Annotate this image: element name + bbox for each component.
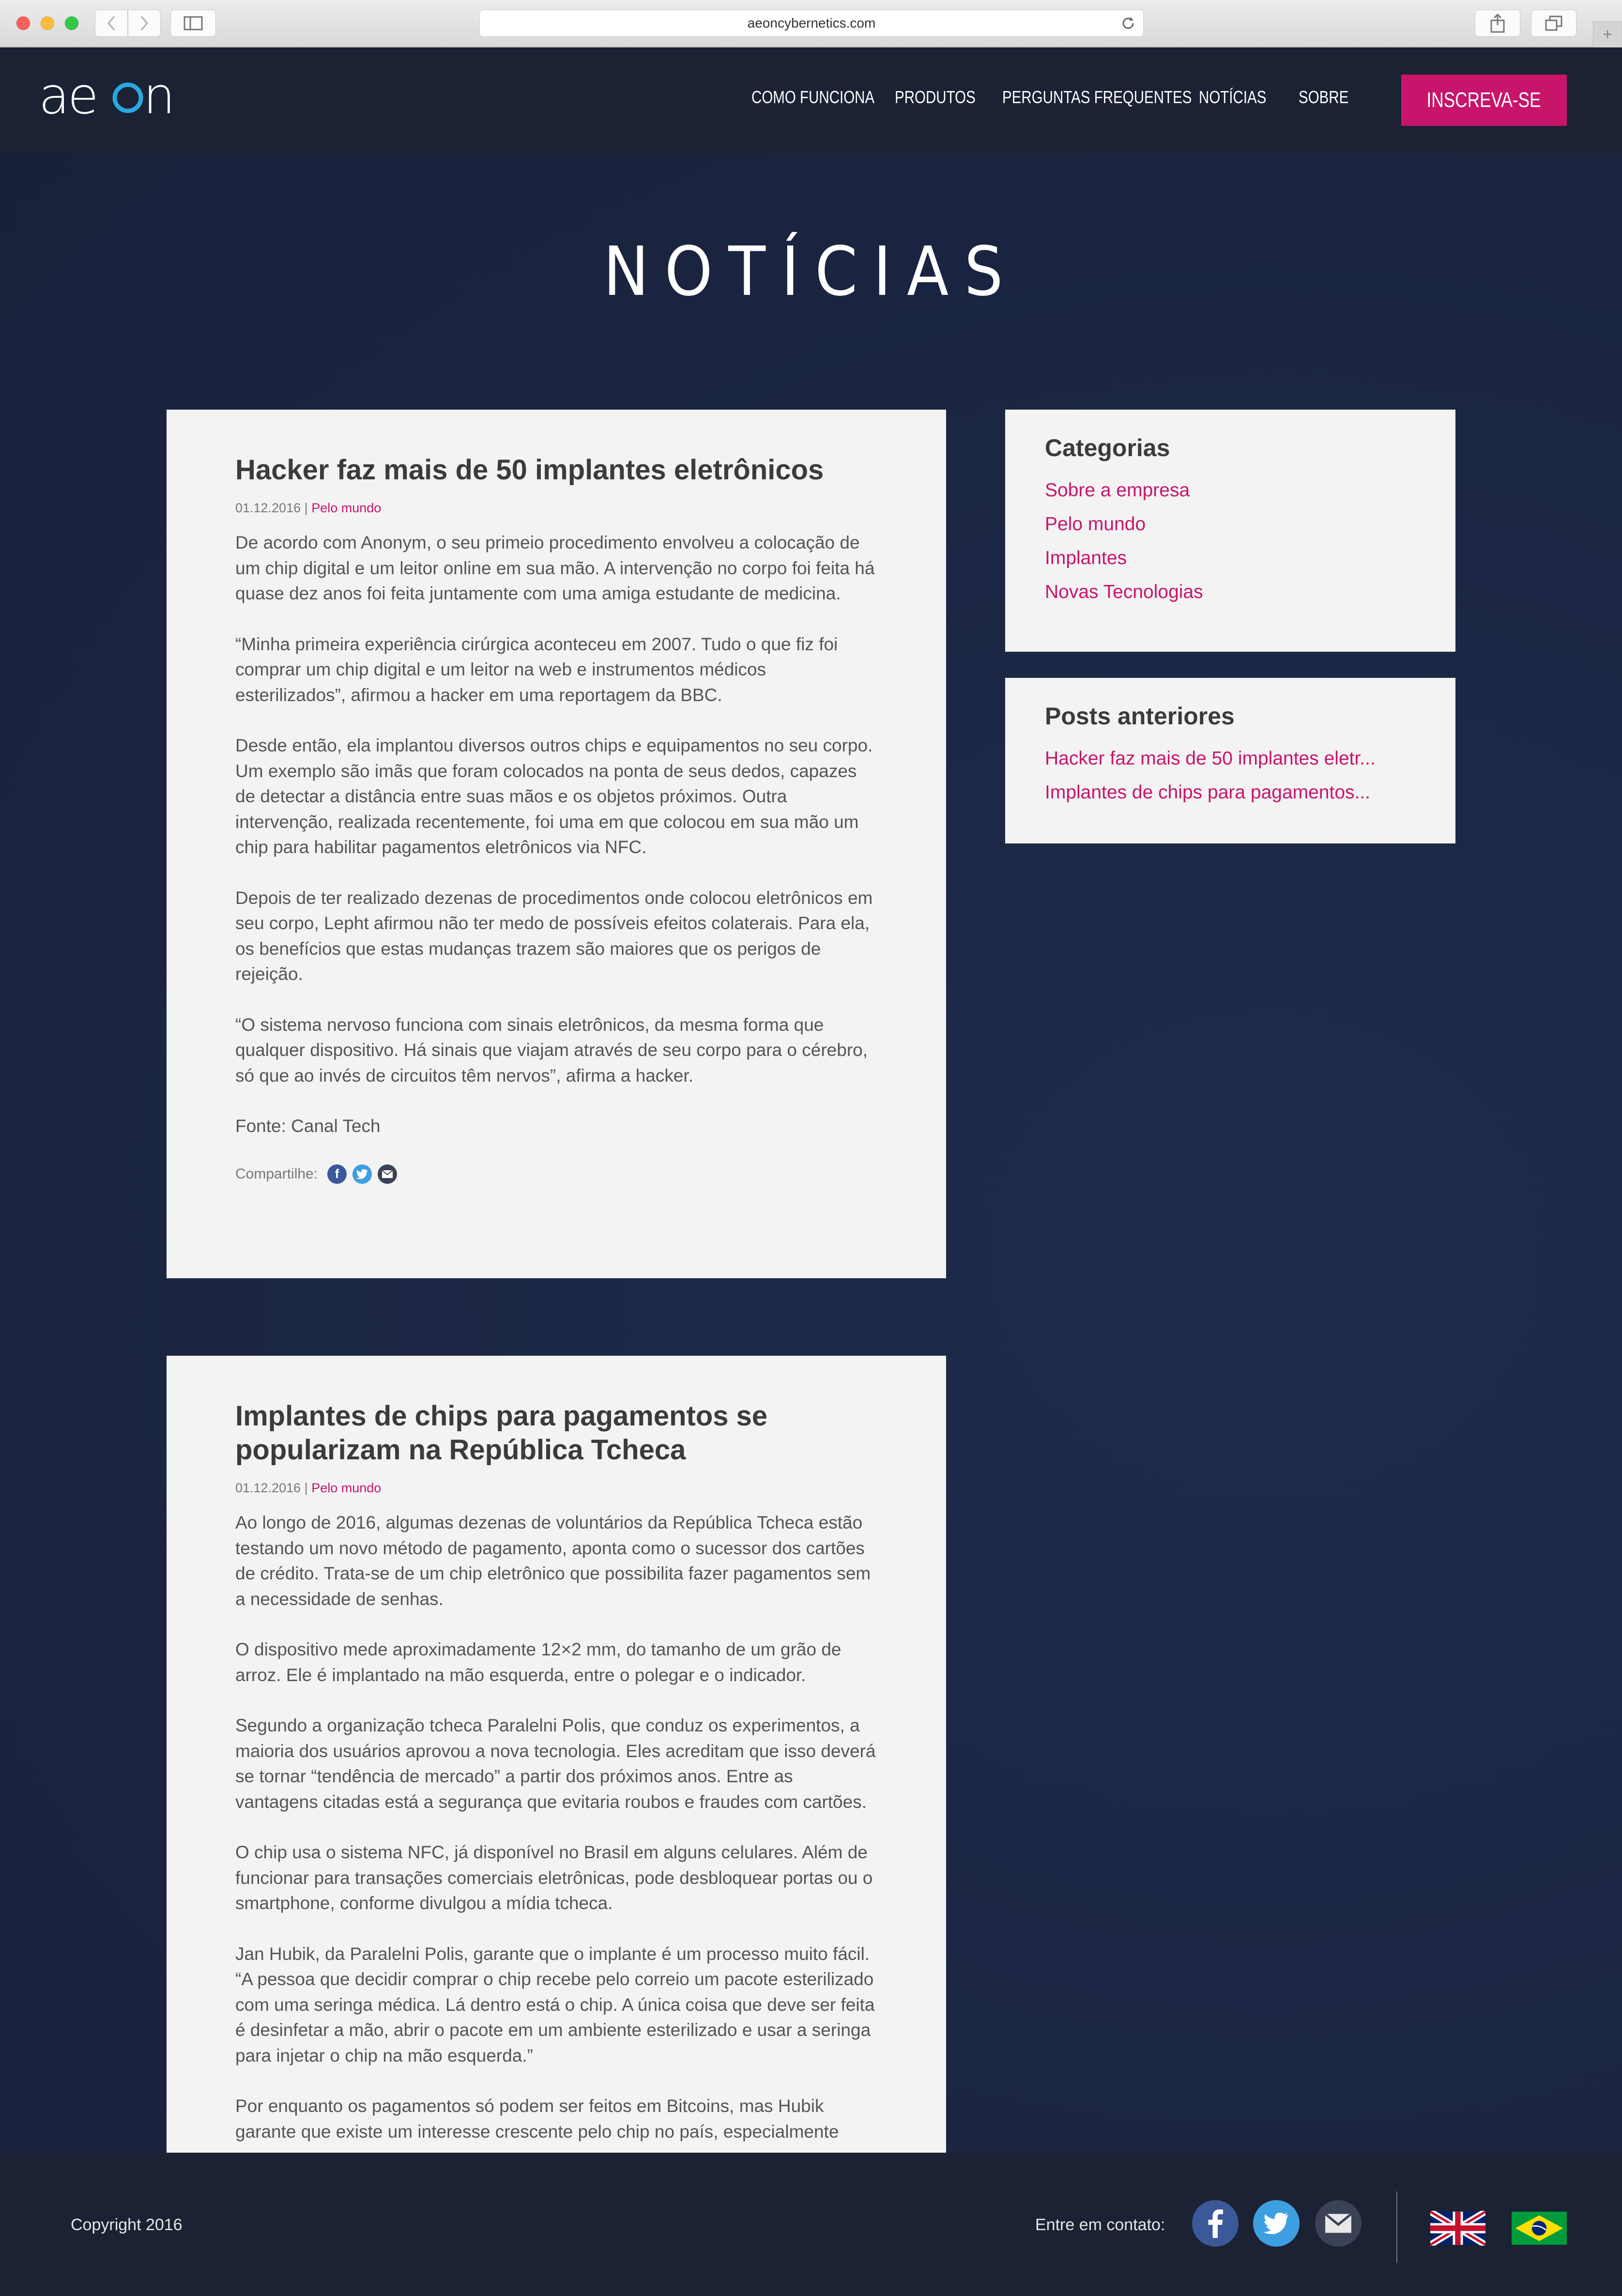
category-link-sobre-a-empresa[interactable]: Sobre a empresa [1045, 474, 1416, 507]
article-paragraph: O dispositivo mede aproximadamente 12×2 … [235, 1639, 842, 1685]
subscribe-button[interactable]: INSCREVA-SE [1401, 75, 1567, 126]
page-title: NOTÍCIAS [603, 232, 1019, 311]
chevron-left-icon [107, 16, 115, 31]
article-paragraph: De acordo com Anonym, o seu primeio proc… [235, 533, 875, 603]
minimize-window-button[interactable] [41, 16, 54, 30]
email-icon[interactable] [378, 1164, 398, 1184]
previous-posts-widget: Posts anteriores Hacker faz mais de 50 i… [1005, 678, 1455, 843]
article-paragraph: Por enquanto os pagamentos só podem ser … [235, 2096, 839, 2142]
facebook-icon[interactable] [1192, 2200, 1239, 2247]
nav-perguntas-frequentes[interactable]: PERGUNTAS FREQUENTES [1002, 87, 1192, 107]
previous-post-link[interactable]: Hacker faz mais de 50 implantes eletr... [1045, 742, 1416, 776]
article-category-link[interactable]: Pelo mundo [311, 501, 381, 515]
tab-overview-button[interactable] [1531, 10, 1576, 37]
address-bar[interactable]: aeoncybernetics.com [479, 10, 1144, 37]
article-category-link[interactable]: Pelo mundo [311, 1481, 381, 1495]
categories-title: Categorias [1045, 434, 1170, 461]
sidebar-icon [184, 16, 203, 31]
svg-text:n: n [143, 72, 175, 125]
share-button[interactable] [1475, 10, 1520, 37]
article-date: 01.12.2016 [235, 1481, 301, 1495]
category-link-pelo-mundo[interactable]: Pelo mundo [1045, 507, 1416, 541]
email-icon[interactable] [1315, 2200, 1362, 2247]
svg-text:ae: ae [39, 72, 97, 125]
article-title[interactable]: Implantes de chips para pagamentos se po… [235, 1399, 877, 1467]
nav-como-funciona[interactable]: COMO FUNCIONA [751, 87, 874, 107]
nav-sobre[interactable]: SOBRE [1299, 87, 1348, 107]
sidebar-toggle-button[interactable] [170, 10, 216, 37]
reload-icon[interactable] [1120, 15, 1136, 31]
plus-icon: + [1603, 25, 1612, 44]
browser-chrome: aeoncybernetics.com + [0, 0, 1622, 47]
facebook-icon[interactable]: f [327, 1164, 347, 1184]
subscribe-label: INSCREVA-SE [1426, 88, 1542, 112]
footer-divider [1396, 2191, 1397, 2263]
article-card: Implantes de chips para pagamentos se po… [167, 1356, 946, 2153]
article-meta: 01.12.2016 | Pelo mundo [235, 1481, 877, 1496]
twitter-icon[interactable] [352, 1164, 372, 1184]
article-title[interactable]: Hacker faz mais de 50 implantes eletrôni… [235, 453, 877, 487]
article-date: 01.12.2016 [235, 501, 301, 515]
nav-noticias[interactable]: NOTÍCIAS [1199, 87, 1266, 107]
article-paragraph: O chip usa o sistema NFC, já disponível … [235, 1842, 873, 1913]
share-label: Compartilhe: [235, 1165, 318, 1182]
close-window-button[interactable] [16, 16, 30, 30]
share-row: Compartilhe: f [235, 1164, 877, 1184]
main-content: NOTÍCIAS Hacker faz mais de 50 implantes… [0, 153, 1622, 2153]
article-body: De acordo com Anonym, o seu primeio proc… [235, 530, 877, 1139]
site-footer: Copyright 2016 Entre em contato: [0, 2153, 1622, 2296]
previous-post-link[interactable]: Implantes de chips para pagamentos... [1045, 776, 1416, 810]
previous-posts-title: Posts anteriores [1045, 703, 1235, 730]
copyright-text: Copyright 2016 [71, 2216, 183, 2234]
article-meta: 01.12.2016 | Pelo mundo [235, 501, 877, 516]
url-text: aeoncybernetics.com [747, 15, 876, 31]
article-paragraph: Segundo a organização tcheca Paralelni P… [235, 1715, 876, 1812]
nav-produtos[interactable]: PRODUTOS [895, 87, 976, 107]
article-paragraph: Depois de ter realizado dezenas de proce… [235, 888, 873, 984]
article-card: Hacker faz mais de 50 implantes eletrôni… [167, 410, 946, 1278]
category-link-implantes[interactable]: Implantes [1045, 541, 1416, 575]
site-header: ae n COMO FUNCIONA PRODUTOS PERGUNTAS FR… [0, 47, 1622, 153]
twitter-icon[interactable] [1253, 2200, 1300, 2247]
meta-separator: | [304, 1481, 308, 1495]
article-body: Ao longo de 2016, algumas dezenas de vol… [235, 1510, 877, 2144]
categories-widget: Categorias Sobre a empresa Pelo mundo Im… [1005, 410, 1455, 652]
forward-button[interactable] [128, 10, 161, 37]
article-paragraph: “O sistema nervoso funciona com sinais e… [235, 1014, 868, 1086]
meta-separator: | [304, 501, 308, 515]
article-paragraph: Desde então, ela implantou diversos outr… [235, 735, 873, 857]
chevron-right-icon [140, 16, 148, 31]
article-paragraph: Ao longo de 2016, algumas dezenas de vol… [235, 1513, 871, 1609]
category-link-novas-tecnologias[interactable]: Novas Tecnologias [1045, 575, 1416, 609]
tabs-icon [1545, 15, 1562, 31]
article-paragraph: “Minha primeira experiência cirúrgica ac… [235, 634, 838, 705]
share-icon [1490, 14, 1505, 33]
aeon-logo[interactable]: ae n [39, 72, 184, 125]
article-paragraph: Jan Hubik, da Paralelni Polis, garante q… [235, 1944, 875, 2066]
contact-label: Entre em contato: [1035, 2216, 1165, 2234]
uk-flag-icon[interactable] [1430, 2211, 1485, 2246]
new-tab-button[interactable]: + [1593, 21, 1622, 47]
article-source: Fonte: Canal Tech [235, 1116, 381, 1136]
zoom-window-button[interactable] [65, 16, 78, 30]
back-button[interactable] [95, 10, 128, 37]
brazil-flag-icon[interactable] [1512, 2211, 1567, 2246]
